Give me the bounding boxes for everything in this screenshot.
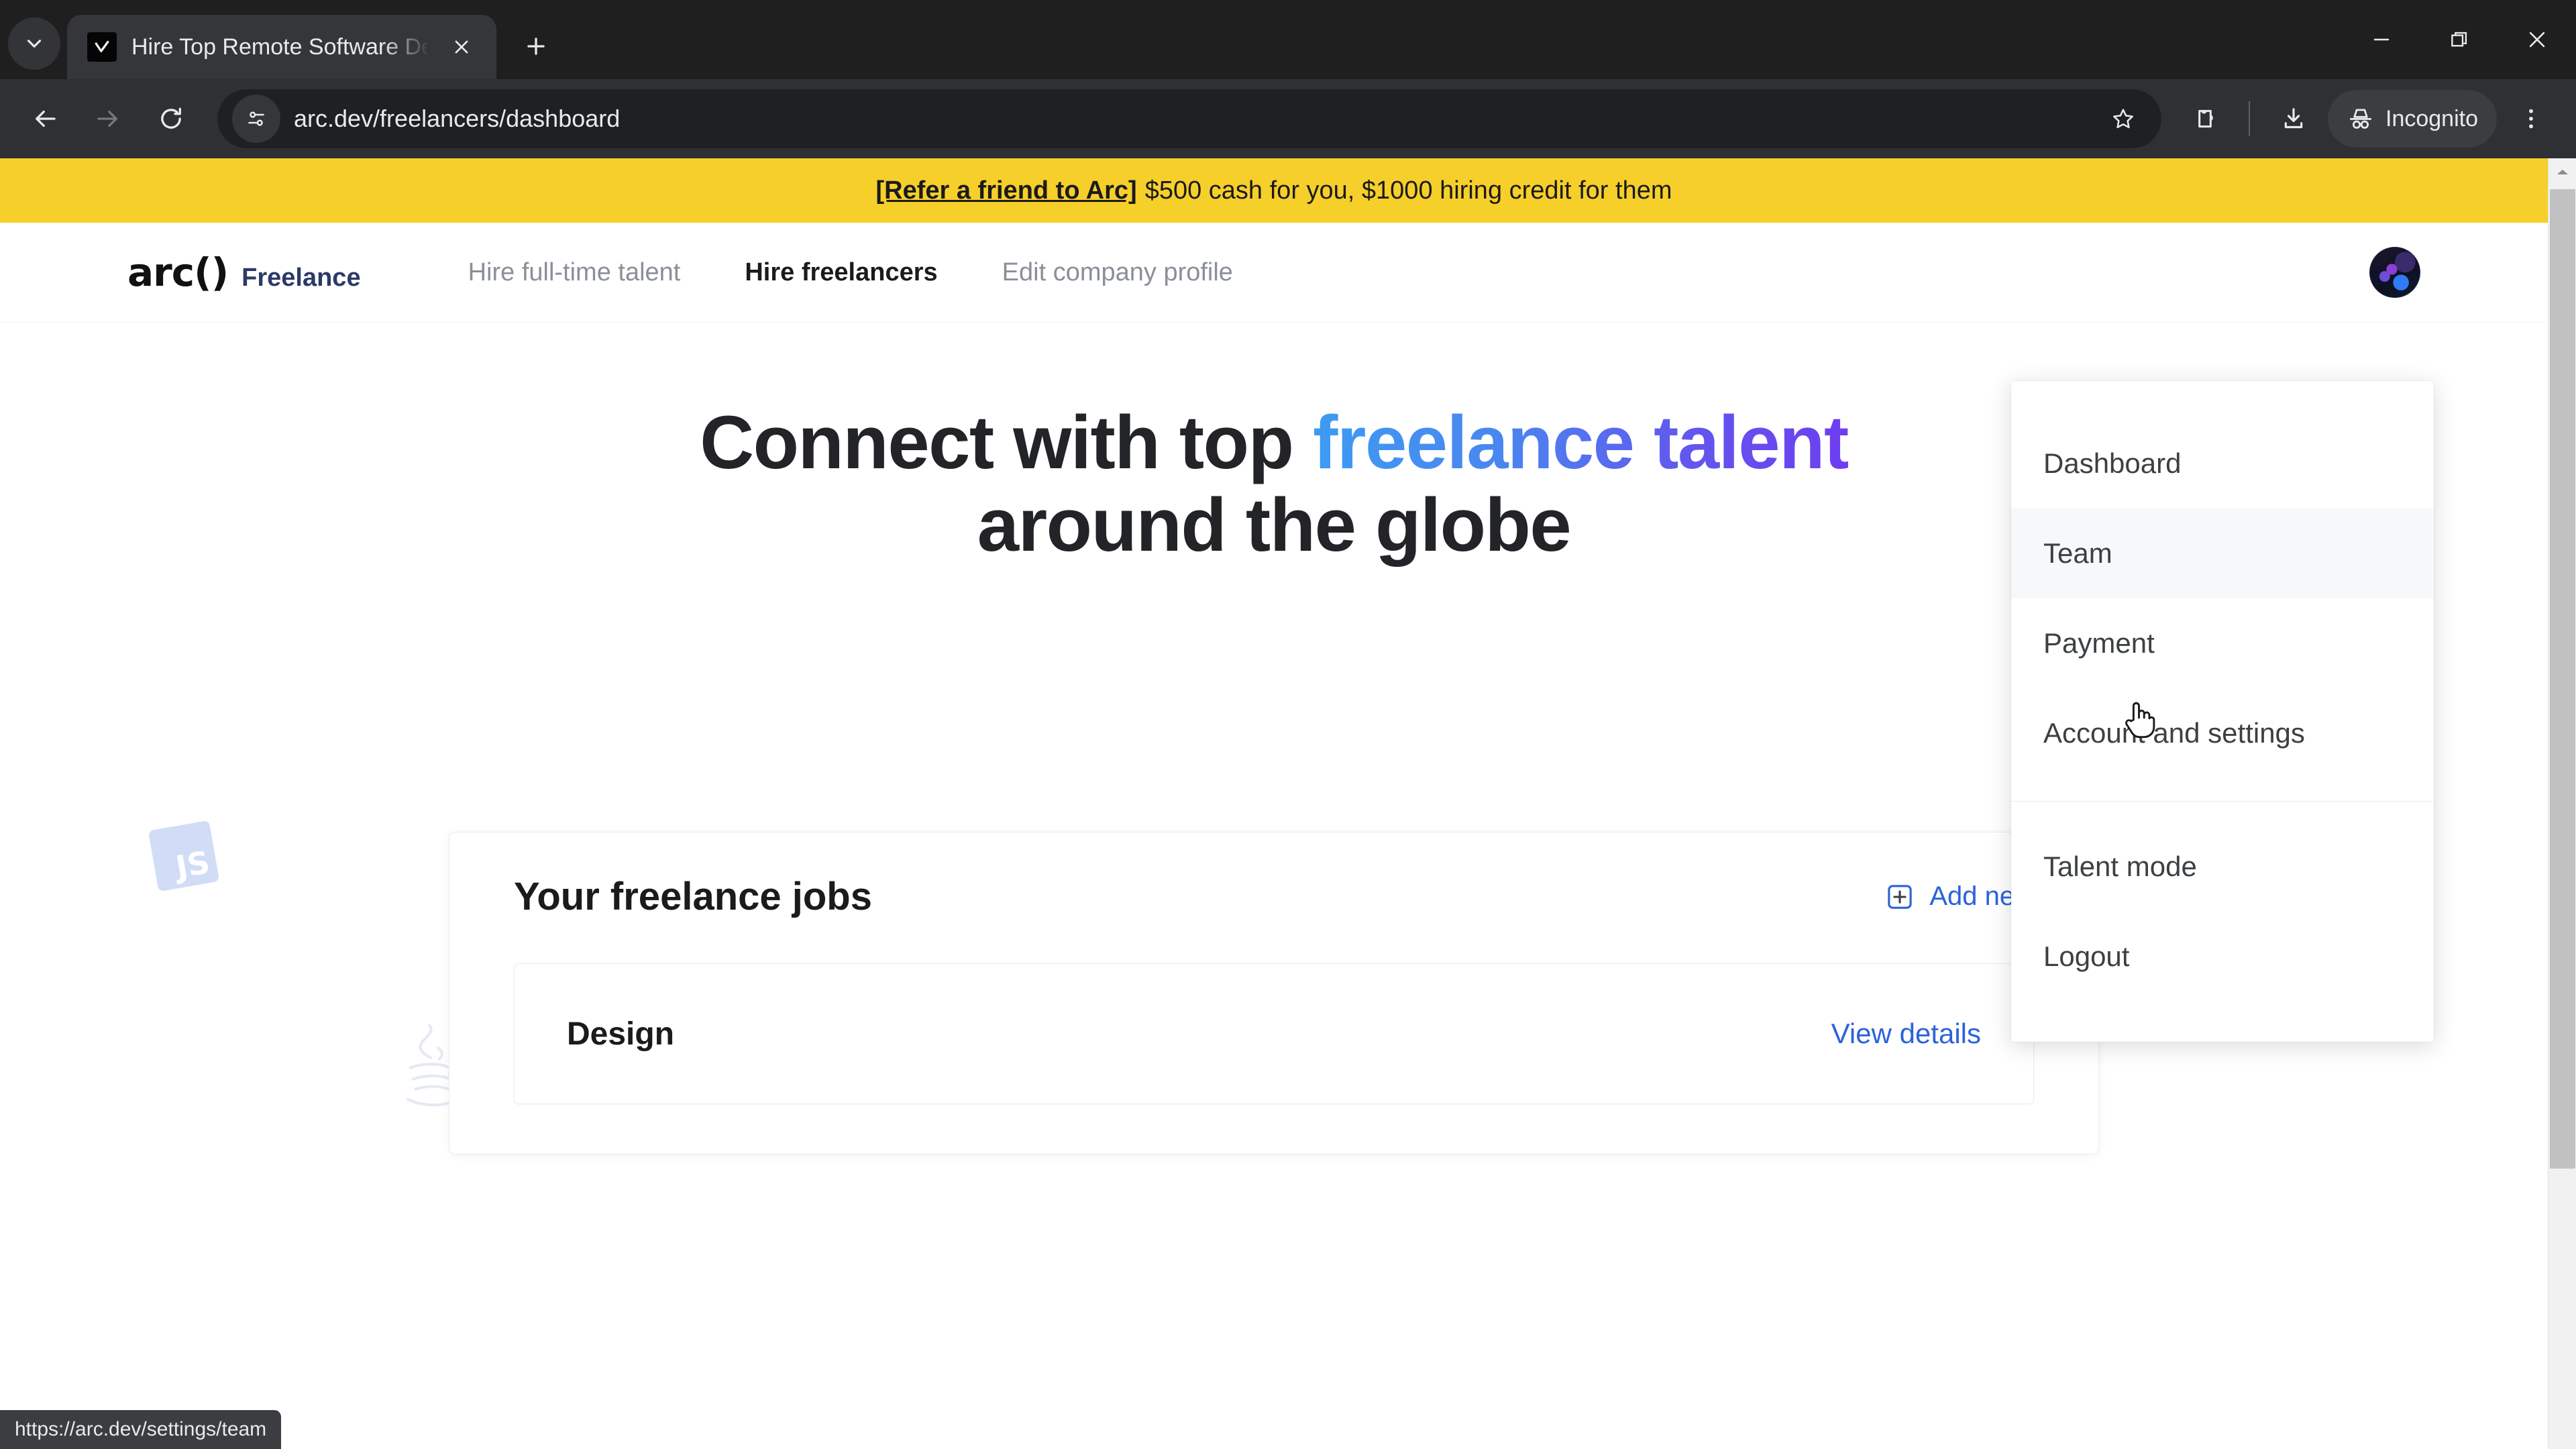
- menu-item-team[interactable]: Team: [2011, 508, 2434, 598]
- chevron-down-icon: [27, 40, 42, 48]
- incognito-indicator[interactable]: Incognito: [2328, 90, 2497, 148]
- three-dot-menu-icon: [2529, 109, 2533, 129]
- job-name: Design: [567, 1016, 675, 1052]
- tab-search-button[interactable]: [8, 17, 60, 70]
- incognito-label: Incognito: [2385, 105, 2478, 131]
- address-bar[interactable]: arc.dev/freelancers/dashboard: [217, 89, 2161, 148]
- maximize-button[interactable]: [2420, 0, 2498, 79]
- incognito-hat-icon: [2349, 109, 2372, 129]
- minimize-button[interactable]: [2343, 0, 2420, 79]
- nav-link-edit-company-profile[interactable]: Edit company profile: [1002, 258, 1233, 287]
- back-button[interactable]: [16, 90, 74, 148]
- plus-icon: [527, 38, 545, 55]
- hero-heading-line2: around the globe: [977, 483, 1572, 568]
- download-icon: [2284, 108, 2303, 129]
- arc-favicon: [87, 32, 117, 62]
- new-tab-button[interactable]: [511, 21, 561, 71]
- tab-strip: Hire Top Remote Software Deve: [0, 0, 2576, 79]
- maximize-restore-icon: [2451, 32, 2467, 47]
- browser-window: Hire Top Remote Software Deve arc.dev/fr…: [0, 0, 2576, 1449]
- hero-heading-plain: Connect with top: [700, 400, 1313, 484]
- jobs-card-title: Your freelance jobs: [514, 875, 872, 918]
- bookmark-button[interactable]: [2098, 94, 2148, 144]
- forward-button[interactable]: [79, 90, 137, 148]
- star-icon: [2113, 109, 2133, 129]
- browser-tab[interactable]: Hire Top Remote Software Deve: [67, 15, 496, 79]
- menu-item-talent-mode[interactable]: Talent mode: [2011, 822, 2434, 912]
- back-arrow-icon: [36, 110, 56, 127]
- browser-toolbar: arc.dev/freelancers/dashboard Incognito: [0, 79, 2576, 158]
- scroll-up-arrow-icon: [2557, 170, 2568, 174]
- tab-title: Hire Top Remote Software Deve: [131, 34, 429, 60]
- job-row[interactable]: Design View details: [514, 963, 2034, 1104]
- plus-square-icon: [1888, 884, 1913, 909]
- reload-button[interactable]: [142, 90, 200, 148]
- user-avatar[interactable]: [2369, 247, 2420, 298]
- menu-item-account-and-settings[interactable]: Account and settings: [2011, 688, 2434, 778]
- nav-link-hire-full-time-talent[interactable]: Hire full-time talent: [468, 258, 681, 287]
- close-icon: [2529, 32, 2545, 48]
- url-text: arc.dev/freelancers/dashboard: [294, 105, 621, 132]
- refer-a-friend-link[interactable]: [Refer a friend to Arc]: [876, 176, 1137, 205]
- status-bar-url: https://arc.dev/settings/team: [0, 1410, 282, 1449]
- view-details-link[interactable]: View details: [1831, 1018, 1981, 1050]
- scroll-up-button[interactable]: [2548, 158, 2576, 186]
- menu-item-payment[interactable]: Payment: [2011, 598, 2434, 688]
- site-navigation: arc() Freelance Hire full-time talent Hi…: [0, 223, 2548, 322]
- site-settings-icon[interactable]: [232, 95, 280, 143]
- forward-arrow-icon: [97, 110, 117, 127]
- menu-divider: [2011, 801, 2434, 802]
- browser-menu-button[interactable]: [2502, 90, 2560, 148]
- menu-item-logout[interactable]: Logout: [2011, 912, 2434, 1002]
- freelance-jobs-card: Your freelance jobs Add new Design View …: [449, 832, 2099, 1155]
- nav-links: Hire full-time talent Hire freelancers E…: [468, 258, 1233, 287]
- extensions-icon: [2198, 109, 2213, 128]
- window-controls: [2343, 0, 2576, 79]
- arc-logo[interactable]: arc() Freelance: [127, 250, 361, 295]
- tab-close-button[interactable]: [444, 30, 479, 64]
- jobs-card-header: Your freelance jobs Add new: [514, 874, 2034, 919]
- referral-banner: [Refer a friend to Arc] $500 cash for yo…: [0, 158, 2548, 223]
- nav-link-hire-freelancers[interactable]: Hire freelancers: [745, 258, 937, 287]
- user-dropdown-menu: Dashboard Team Payment Account and setti…: [2011, 381, 2434, 1042]
- scrollbar-thumb[interactable]: [2550, 189, 2575, 1169]
- menu-item-dashboard[interactable]: Dashboard: [2011, 419, 2434, 508]
- reload-icon: [161, 107, 181, 129]
- page-viewport: [Refer a friend to Arc] $500 cash for yo…: [0, 158, 2576, 1449]
- arc-logo-subtitle: Freelance: [241, 264, 361, 292]
- downloads-button[interactable]: [2265, 90, 2322, 148]
- javascript-logo-icon: JS: [148, 820, 220, 892]
- minimize-icon: [2373, 38, 2390, 41]
- extensions-button[interactable]: [2176, 90, 2234, 148]
- hero-heading-gradient: freelance talent: [1313, 400, 1849, 484]
- close-icon: [455, 40, 468, 54]
- toolbar-divider: [2249, 101, 2250, 136]
- arc-dashboard-page: [Refer a friend to Arc] $500 cash for yo…: [0, 158, 2548, 1449]
- page-scrollbar[interactable]: [2548, 158, 2576, 1449]
- arc-logo-mark: arc(): [127, 250, 229, 295]
- referral-banner-text: $500 cash for you, $1000 hiring credit f…: [1144, 176, 1672, 205]
- window-close-button[interactable]: [2498, 0, 2576, 79]
